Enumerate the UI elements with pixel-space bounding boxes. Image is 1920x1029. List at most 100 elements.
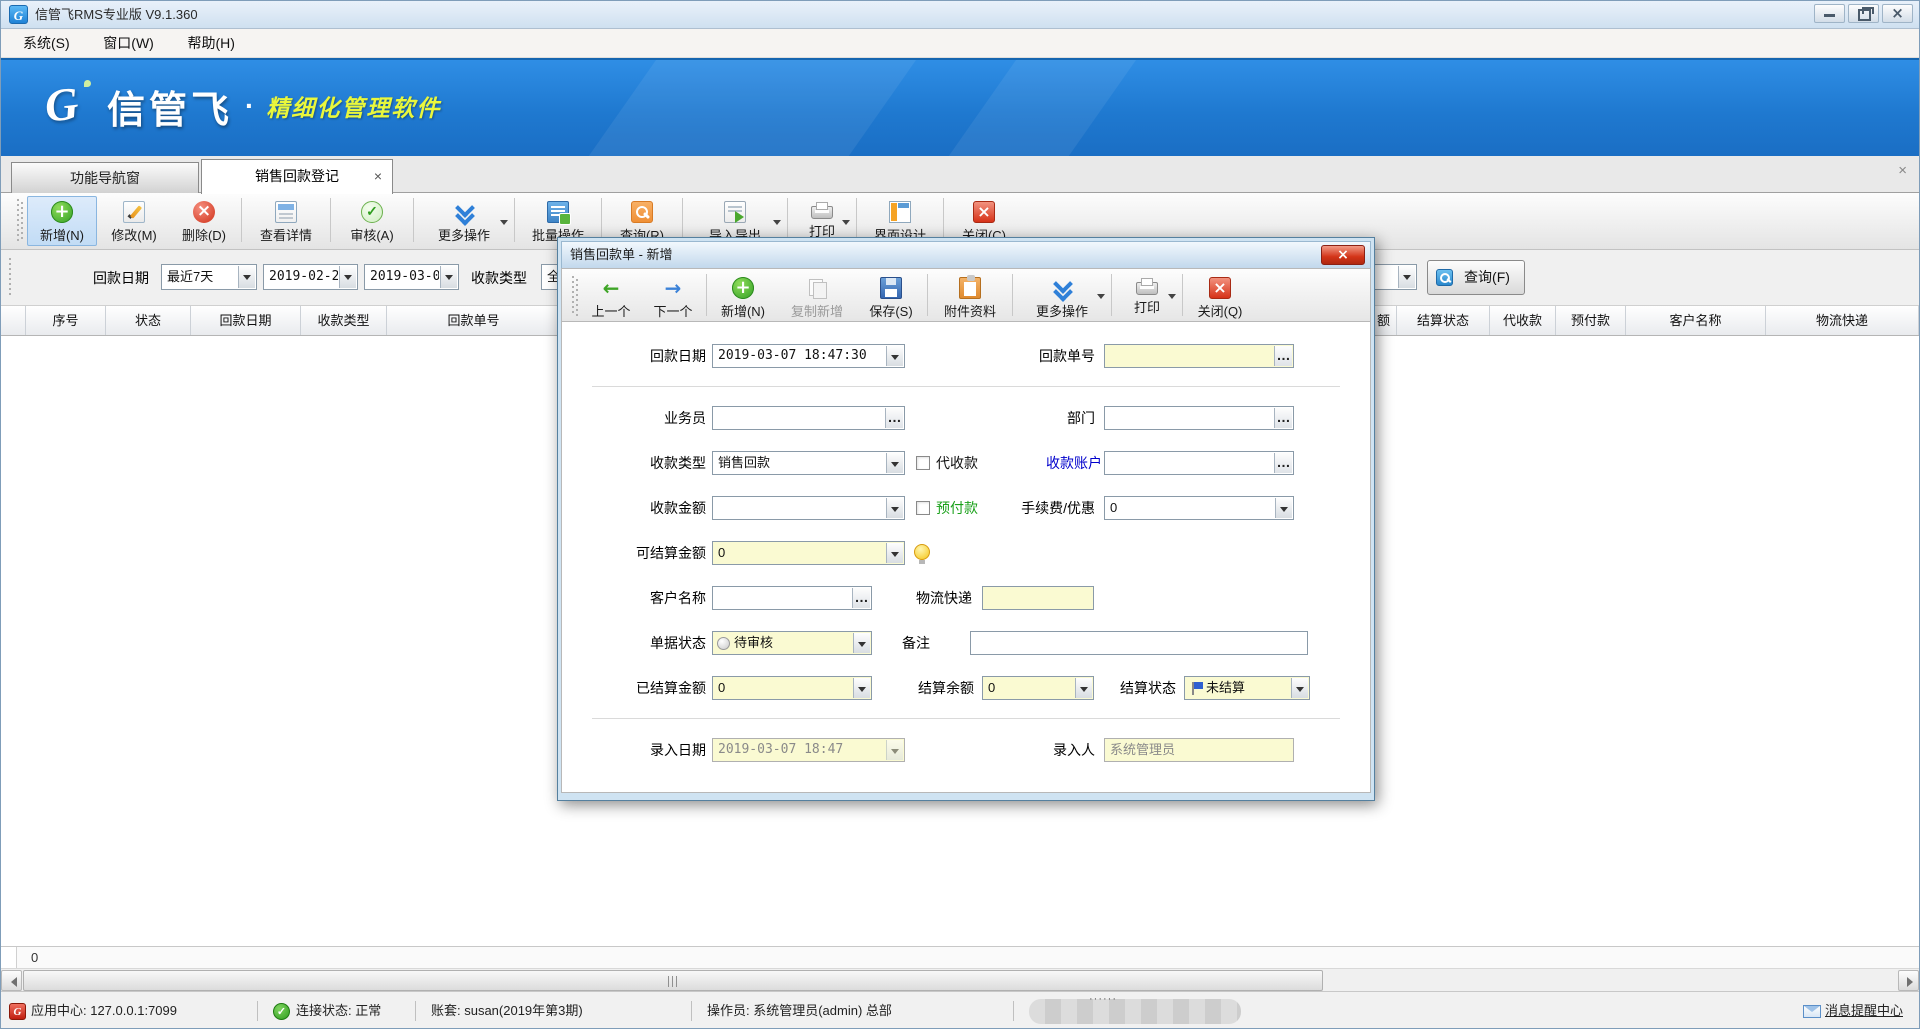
dropdown-arrow-icon[interactable] bbox=[853, 678, 870, 698]
collection-checkbox[interactable] bbox=[916, 456, 930, 470]
column-header-selector[interactable] bbox=[1, 306, 26, 335]
strip-close-icon[interactable]: × bbox=[1898, 162, 1907, 179]
switch-operator-button[interactable]: 更换操作员 bbox=[1604, 126, 1705, 156]
dropdown-arrow-icon[interactable] bbox=[1075, 678, 1092, 698]
ellipsis-button[interactable]: … bbox=[1274, 453, 1292, 473]
dialog-new-button[interactable]: 新增(N) bbox=[711, 272, 775, 320]
receive-account-link[interactable]: 收款账户 bbox=[997, 451, 1102, 475]
toolbar-grip bbox=[17, 199, 23, 241]
column-header-collection[interactable]: 代收款 bbox=[1490, 306, 1556, 335]
date-from-combo[interactable]: 2019-02-28 bbox=[263, 264, 358, 290]
window-title: 信管飞RMS专业版 V9.1.360 bbox=[35, 1, 198, 29]
dialog-print-button[interactable]: 打印 bbox=[1116, 272, 1178, 320]
dropdown-arrow-icon[interactable] bbox=[339, 266, 356, 288]
next-button[interactable]: 下一个 bbox=[644, 272, 702, 320]
redacted-dots: ······ bbox=[1089, 993, 1117, 1005]
dialog-more-actions-button[interactable]: 更多操作 bbox=[1017, 272, 1107, 320]
remark-field[interactable] bbox=[970, 631, 1308, 655]
scroll-left-arrow[interactable] bbox=[1, 970, 22, 991]
ellipsis-button[interactable]: … bbox=[1274, 408, 1292, 428]
tab-function-navigator[interactable]: 功能导航窗 bbox=[11, 162, 199, 193]
ellipsis-button[interactable]: … bbox=[852, 588, 870, 608]
dropdown-arrow-icon[interactable] bbox=[886, 498, 903, 518]
column-header-customer[interactable]: 客户名称 bbox=[1626, 306, 1766, 335]
dropdown-arrow-icon[interactable] bbox=[886, 453, 903, 473]
dropdown-arrow-icon[interactable] bbox=[853, 633, 870, 653]
column-header-status[interactable]: 状态 bbox=[106, 306, 191, 335]
user-center-button[interactable]: 用户中心 bbox=[1705, 126, 1806, 156]
dialog-close-toolbar-button[interactable]: 关闭(Q) bbox=[1187, 272, 1253, 320]
search-button[interactable]: 查询(F) bbox=[1427, 260, 1525, 295]
new-button[interactable]: 新增(N) bbox=[27, 196, 97, 246]
chevron-down-icon[interactable] bbox=[773, 220, 781, 229]
dropdown-arrow-icon[interactable] bbox=[1275, 498, 1292, 518]
fee-discount-combo[interactable]: 0 bbox=[1104, 496, 1294, 520]
settleable-amount-combo[interactable]: 0 bbox=[712, 541, 905, 565]
tab-sales-payment-register[interactable]: 销售回款登记 × bbox=[201, 159, 393, 194]
previous-button[interactable]: 上一个 bbox=[582, 272, 640, 320]
menu-system[interactable]: 系统(S) bbox=[15, 29, 78, 57]
exit-system-button[interactable]: 退出系统 bbox=[1806, 126, 1907, 156]
department-field[interactable]: … bbox=[1104, 406, 1294, 430]
settled-amount-combo[interactable]: 0 bbox=[712, 676, 872, 700]
payment-type-dialog-combo[interactable]: 销售回款 bbox=[712, 451, 905, 475]
dropdown-arrow-icon[interactable] bbox=[886, 346, 903, 366]
doc-status-combo[interactable]: 待审核 bbox=[712, 631, 872, 655]
column-header-prepay[interactable]: 预付款 bbox=[1556, 306, 1626, 335]
dropdown-arrow-icon[interactable] bbox=[440, 266, 457, 288]
chevron-down-icon[interactable] bbox=[1168, 294, 1176, 303]
my-workbench-button[interactable]: 我的工作台 bbox=[1301, 126, 1402, 156]
column-header-logistics[interactable]: 物流快递 bbox=[1766, 306, 1919, 335]
document-center-button[interactable]: 单据中心 bbox=[1402, 126, 1503, 156]
toolbar-separator bbox=[706, 274, 707, 316]
dropdown-arrow-icon[interactable] bbox=[1398, 266, 1415, 288]
more-actions-button[interactable]: 更多操作 bbox=[418, 196, 510, 246]
delete-button[interactable]: 删除(D) bbox=[171, 196, 237, 246]
dropdown-arrow-icon[interactable] bbox=[1291, 678, 1308, 698]
message-center-link[interactable]: 消息提醒中心 bbox=[1803, 992, 1903, 1029]
hint-bulb-icon[interactable] bbox=[914, 544, 930, 560]
tab-close-icon[interactable]: × bbox=[374, 160, 382, 193]
prepay-checkbox[interactable] bbox=[916, 501, 930, 515]
save-button[interactable]: 保存(S) bbox=[859, 272, 923, 320]
salesman-field[interactable]: … bbox=[712, 406, 905, 430]
column-header-receipt-no[interactable]: 回款单号 bbox=[387, 306, 561, 335]
minimize-button[interactable] bbox=[1814, 4, 1845, 23]
dropdown-arrow-icon[interactable] bbox=[238, 266, 255, 288]
ellipsis-button[interactable]: … bbox=[1274, 346, 1292, 366]
settle-status-combo[interactable]: 未结算 bbox=[1184, 676, 1310, 700]
field-value: 0 bbox=[718, 542, 885, 564]
receipt-no-field[interactable]: … bbox=[1104, 344, 1294, 368]
chevron-down-icon[interactable] bbox=[500, 220, 508, 229]
attachment-button[interactable]: 附件资料 bbox=[932, 272, 1008, 320]
date-to-combo[interactable]: 2019-03-07 bbox=[364, 264, 459, 290]
payment-date-combo[interactable]: 2019-03-07 18:47:30 bbox=[712, 344, 905, 368]
chevron-down-icon[interactable] bbox=[1097, 294, 1105, 303]
settle-balance-combo[interactable]: 0 bbox=[982, 676, 1094, 700]
ellipsis-button[interactable]: … bbox=[885, 408, 903, 428]
customer-name-field[interactable]: … bbox=[712, 586, 872, 610]
close-button[interactable] bbox=[1882, 4, 1913, 23]
logistics-field[interactable] bbox=[982, 586, 1094, 610]
scrollbar-thumb[interactable] bbox=[23, 970, 1323, 991]
dialog-close-button[interactable] bbox=[1321, 245, 1365, 265]
view-detail-button[interactable]: 查看详情 bbox=[246, 196, 326, 246]
menu-help[interactable]: 帮助(H) bbox=[179, 29, 242, 57]
column-header-index[interactable]: 序号 bbox=[26, 306, 106, 335]
chevron-down-icon[interactable] bbox=[842, 220, 850, 229]
column-header-payment-date[interactable]: 回款日期 bbox=[191, 306, 301, 335]
scroll-right-arrow[interactable] bbox=[1898, 970, 1919, 991]
column-header-payment-type[interactable]: 收款类型 bbox=[301, 306, 387, 335]
menu-window[interactable]: 窗口(W) bbox=[95, 29, 162, 57]
payment-amount-combo[interactable] bbox=[712, 496, 905, 520]
date-preset-combo[interactable]: 最近7天 bbox=[161, 264, 257, 290]
department-label: 部门 bbox=[952, 406, 1095, 430]
modify-button[interactable]: 修改(M) bbox=[101, 196, 167, 246]
change-password-button[interactable]: 修改密码 bbox=[1503, 126, 1604, 156]
receive-account-field[interactable]: … bbox=[1104, 451, 1294, 475]
column-header-settle-status[interactable]: 结算状态 bbox=[1397, 306, 1490, 335]
horizontal-scrollbar[interactable] bbox=[1, 968, 1919, 991]
restore-button[interactable] bbox=[1848, 4, 1879, 23]
audit-button[interactable]: 审核(A) bbox=[335, 196, 409, 246]
dropdown-arrow-icon[interactable] bbox=[886, 543, 903, 563]
